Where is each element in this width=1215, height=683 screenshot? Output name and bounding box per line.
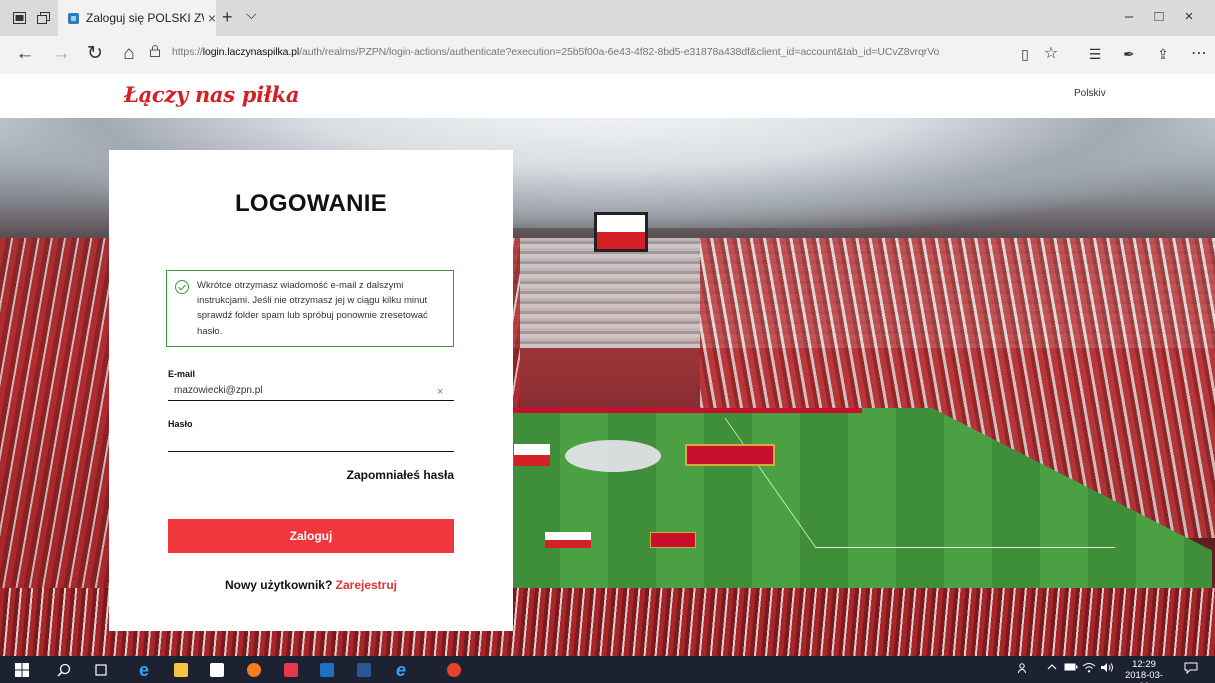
address-bar: ← → ↻ ⌂ https://login.laczynaspilka.pl/a…: [0, 36, 1215, 74]
clock-date: 2018-03-06: [1124, 670, 1164, 683]
share-icon[interactable]: ⇪: [1152, 45, 1174, 63]
outlook-icon[interactable]: [318, 661, 336, 679]
word-icon[interactable]: [355, 661, 373, 679]
tab-overview-icon[interactable]: [10, 9, 28, 27]
email-label: E-mail: [168, 369, 196, 379]
people-icon[interactable]: [1018, 662, 1030, 677]
search-icon[interactable]: [55, 661, 73, 679]
reading-view-icon[interactable]: ▯: [1014, 45, 1036, 63]
firefox-icon[interactable]: [245, 661, 263, 679]
notice-text: Wkrótce otrzymasz wiadomość e-mail z dal…: [197, 280, 428, 337]
refresh-icon[interactable]: ↻: [84, 44, 106, 64]
tab-preview-chevron-icon[interactable]: ⌵: [246, 6, 257, 23]
polish-flag-small: [545, 532, 591, 548]
site-header: Łączy nas piłka Polskiv: [0, 74, 1215, 120]
login-button[interactable]: Zaloguj: [168, 519, 454, 553]
minimize-button[interactable]: –: [1120, 8, 1138, 25]
app-icon[interactable]: [445, 661, 463, 679]
chevron-down-icon: v: [1100, 88, 1106, 99]
check-circle-icon: [175, 280, 189, 294]
language-selector[interactable]: Polskiv: [1074, 88, 1106, 99]
site-logo[interactable]: Łączy nas piłka: [124, 82, 299, 107]
montenegro-flag-small: [650, 532, 696, 548]
register-link[interactable]: Zarejestruj: [336, 578, 397, 592]
url-host: login.laczynaspilka.pl: [202, 46, 300, 58]
internet-explorer-icon[interactable]: e: [392, 660, 410, 680]
volume-icon[interactable]: [1100, 662, 1114, 676]
notifications-icon[interactable]: [1184, 662, 1198, 677]
close-window-button[interactable]: ×: [1180, 8, 1198, 25]
clock[interactable]: 12:29 2018-03-06: [1121, 659, 1167, 683]
forgot-password-link[interactable]: Zapomniałeś hasła: [347, 468, 454, 482]
back-icon[interactable]: ←: [14, 44, 36, 64]
start-icon[interactable]: [13, 661, 31, 679]
center-circle-banner: [565, 440, 661, 472]
lock-icon: [150, 45, 160, 60]
edge-icon[interactable]: e: [135, 660, 153, 680]
browser-tab[interactable]: Zaloguj się POLSKI ZWIĄZEK PIŁKI NOŻNEJ …: [58, 0, 216, 36]
success-notice: Wkrótce otrzymasz wiadomość e-mail z dal…: [166, 270, 454, 347]
site-favicon-icon: [68, 12, 79, 24]
more-icon[interactable]: ⋯: [1188, 45, 1210, 63]
set-aside-tabs-icon[interactable]: [34, 9, 52, 27]
advertising-board: [512, 408, 862, 413]
email-field[interactable]: [168, 383, 454, 401]
favorites-hub-icon[interactable]: ☰: [1084, 45, 1106, 63]
browser-tab-bar: Zaloguj się POLSKI ZWIĄZEK PIŁKI NOŻNEJ …: [0, 0, 1215, 36]
language-label: Polski: [1074, 88, 1101, 99]
chevron-up-icon[interactable]: [1047, 662, 1057, 675]
maximize-button[interactable]: □: [1150, 8, 1168, 25]
password-label: Hasło: [168, 419, 193, 429]
url-prefix: https://: [172, 46, 203, 58]
montenegro-flag-banner: [685, 444, 775, 466]
home-icon[interactable]: ⌂: [118, 44, 140, 64]
battery-icon[interactable]: [1064, 662, 1078, 675]
store-icon[interactable]: [208, 661, 226, 679]
clock-time: 12:29: [1132, 659, 1156, 670]
new-user-text: Nowy użytkownik?: [224, 578, 333, 592]
tab-close-icon[interactable]: ×: [208, 10, 216, 26]
login-card: LOGOWANIE Wkrótce otrzymasz wiadomość e-…: [109, 150, 513, 631]
clear-icon[interactable]: ×: [437, 386, 443, 398]
url-field[interactable]: https://login.laczynaspilka.pl/auth/real…: [172, 46, 1012, 58]
pen-icon[interactable]: ✒: [1118, 45, 1140, 63]
register-row: Nowy użytkownik? Zarejestruj: [109, 578, 513, 592]
taskbar: e e 12:29 2018-03-06: [0, 656, 1215, 683]
wifi-icon[interactable]: [1082, 662, 1096, 676]
polish-flag-banner: [514, 444, 550, 466]
file-explorer-icon[interactable]: [172, 661, 190, 679]
new-tab-button[interactable]: +: [222, 7, 233, 28]
password-field[interactable]: [168, 434, 454, 452]
tab-title: Zaloguj się POLSKI ZWIĄZEK PIŁKI NOŻNEJ: [85, 11, 204, 25]
forward-icon[interactable]: →: [50, 44, 72, 64]
task-view-icon[interactable]: [92, 661, 110, 679]
page-title: LOGOWANIE: [234, 190, 388, 217]
polish-flag-screen: [594, 212, 648, 252]
gift-app-icon[interactable]: [282, 661, 300, 679]
url-path: /auth/realms/PZPN/login-actions/authenti…: [299, 46, 940, 58]
favorite-star-icon[interactable]: ☆: [1040, 45, 1062, 63]
